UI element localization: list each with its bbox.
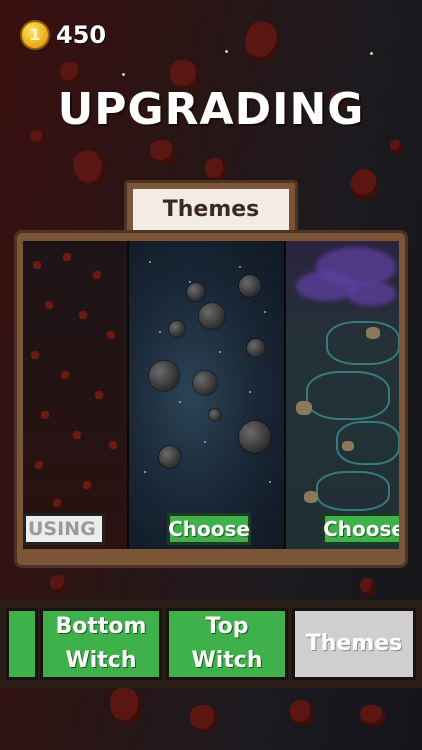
- background-rock: [344, 165, 384, 205]
- choose-theme-button[interactable]: Choose: [167, 513, 251, 545]
- tab-themes[interactable]: Themes: [292, 608, 416, 680]
- background-star: [122, 73, 125, 76]
- tab-partial[interactable]: [6, 608, 38, 680]
- background-rock: [290, 700, 314, 726]
- tab-label: Themes: [305, 631, 403, 656]
- theme-card-space-planets[interactable]: Choose: [129, 241, 284, 549]
- tab-label-line: Bottom: [55, 614, 147, 639]
- background-rock: [205, 158, 227, 182]
- background-rock: [60, 62, 82, 84]
- background-rock: [150, 140, 176, 164]
- background-star: [370, 52, 373, 55]
- currency-display: 1 450: [20, 20, 106, 50]
- tab-label-line: Top: [205, 614, 249, 639]
- background-rock: [110, 688, 142, 724]
- section-label-box: Themes: [124, 180, 298, 230]
- choose-theme-button[interactable]: Choose: [322, 513, 399, 545]
- theme-card-red-asteroids[interactable]: USING: [23, 241, 127, 549]
- tab-label-line: Witch: [191, 648, 263, 673]
- bottom-tab-bar: Bottom Witch Top Witch Themes: [0, 600, 422, 688]
- background-rock: [69, 146, 111, 190]
- background-rock: [360, 578, 376, 596]
- tab-bottom-witch[interactable]: Bottom Witch: [40, 608, 162, 680]
- theme-carousel[interactable]: USING Choose Choose: [23, 241, 399, 549]
- coin-count: 450: [56, 21, 107, 49]
- background-rock: [50, 575, 68, 593]
- tab-top-witch[interactable]: Top Witch: [166, 608, 288, 680]
- section-label: Themes: [133, 189, 289, 230]
- background-rock: [239, 17, 285, 67]
- theme-carousel-frame: USING Choose Choose: [14, 230, 408, 568]
- background-rock: [390, 140, 404, 154]
- background-rock: [190, 705, 218, 733]
- page-title: UPGRADING: [57, 84, 365, 135]
- gold-coin-icon: 1: [20, 20, 50, 50]
- tab-label-line: Witch: [65, 648, 137, 673]
- background-rock: [360, 705, 386, 727]
- theme-card-nebula[interactable]: Choose: [286, 241, 399, 549]
- theme-using-label: USING: [23, 513, 105, 545]
- background-star: [225, 50, 228, 53]
